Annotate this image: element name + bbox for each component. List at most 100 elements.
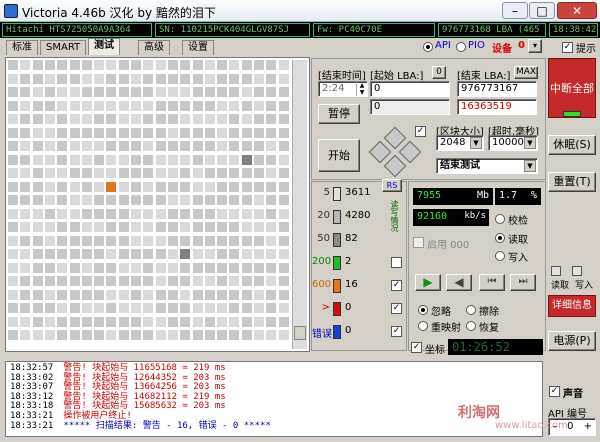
latency-count: 16 — [345, 279, 358, 290]
time-spinner[interactable]: ▲ ▼ — [356, 82, 367, 96]
pio-radio[interactable] — [456, 42, 466, 52]
pause-button[interactable]: 暂停 — [318, 104, 360, 124]
block-cell — [44, 262, 55, 273]
block-size-select[interactable]: 2048 ▼ — [436, 135, 484, 151]
block-cell — [8, 114, 18, 124]
api-radio[interactable] — [423, 42, 433, 52]
latency-checkbox[interactable]: ✓ — [391, 280, 402, 291]
event-log[interactable]: 18:32:57 警告! 块起始与 11655168 = 219 ms 18:33:… — [5, 361, 543, 437]
block-cell — [180, 168, 191, 178]
tab-advanced[interactable]: 高级 — [138, 40, 170, 55]
skip-end-icon[interactable]: ⏭ — [510, 274, 536, 291]
block-cell — [155, 87, 166, 97]
end-lba-input[interactable]: 976773167 — [457, 81, 537, 97]
write-radio[interactable] — [495, 251, 505, 261]
block-cell — [69, 330, 80, 340]
restore-radio[interactable] — [466, 321, 476, 331]
scroll-thumb[interactable] — [294, 326, 306, 340]
plus-icon[interactable]: + — [584, 419, 592, 435]
ignore-label: 忽略 — [431, 307, 451, 318]
reset-button[interactable]: 重置(T) — [548, 172, 596, 192]
block-cell — [106, 100, 117, 111]
block-cell — [254, 303, 264, 313]
block-cell — [44, 127, 55, 138]
block-cell — [69, 181, 80, 192]
block-cell — [20, 235, 31, 246]
remap-radio[interactable] — [418, 321, 428, 331]
block-cell — [241, 330, 252, 340]
block-cell — [57, 330, 68, 340]
tab-settings[interactable]: 设置 — [182, 40, 214, 55]
block-cell — [266, 235, 277, 246]
enable-label: 启用 000 — [427, 240, 470, 251]
power-button[interactable]: 电源(P) — [548, 331, 596, 351]
start-button[interactable]: 开始 — [318, 139, 360, 172]
tab-standard[interactable]: 标准 — [6, 40, 38, 55]
write-led — [572, 266, 582, 276]
block-cell — [44, 100, 55, 111]
block-cell — [143, 60, 154, 70]
block-cell — [32, 235, 43, 246]
tab-smart[interactable]: SMART — [40, 40, 87, 55]
block-cell — [204, 100, 215, 111]
tab-test[interactable]: 测试 — [88, 38, 120, 55]
block-cell — [131, 87, 141, 97]
block-cell — [131, 114, 141, 124]
direction-pad[interactable] — [368, 126, 422, 178]
block-cell — [155, 141, 166, 151]
device-menu-button[interactable]: ▾ — [528, 39, 542, 53]
block-cell — [229, 127, 240, 138]
latency-checkbox[interactable] — [391, 257, 402, 268]
coords-checkbox[interactable]: ✓ — [411, 342, 422, 353]
block-cell — [180, 154, 191, 165]
verify-radio[interactable] — [495, 214, 505, 224]
current-lba-display: 0 — [370, 99, 450, 115]
sound-checkbox[interactable]: ✓ — [549, 386, 560, 397]
sleep-button[interactable]: 休眠(S) — [548, 135, 596, 155]
enable-checkbox[interactable] — [413, 237, 424, 248]
block-cell — [44, 303, 55, 313]
block-cell — [204, 195, 215, 205]
timeout-select[interactable]: 10000 ▼ — [488, 135, 538, 151]
block-cell — [229, 316, 240, 327]
end-action-select[interactable]: 结束测试 ▼ — [436, 158, 538, 174]
end-lba-max-button[interactable]: MAX — [514, 66, 538, 79]
latency-checkbox[interactable]: ✓ — [391, 303, 402, 314]
pad-checkbox[interactable]: ✓ — [415, 126, 426, 137]
block-cell — [8, 181, 18, 192]
latency-checkbox[interactable]: ✓ — [391, 326, 402, 337]
block-cell — [32, 316, 43, 327]
skip-back-icon[interactable]: ⏮ — [479, 274, 505, 291]
start-lba-zero-button[interactable]: 0 — [432, 66, 446, 79]
details-button[interactable]: 详细信息 — [548, 295, 596, 317]
block-cell — [20, 87, 31, 97]
start-lba-input[interactable]: 0 — [370, 81, 450, 97]
block-cell — [254, 60, 264, 70]
play-icon[interactable]: ▶ — [415, 274, 441, 291]
minimize-button[interactable]: – — [502, 2, 528, 19]
block-cell — [118, 249, 129, 259]
erase-radio[interactable] — [466, 305, 476, 315]
ignore-radio[interactable] — [418, 305, 428, 315]
block-cell — [192, 208, 203, 219]
arrow-down-icon[interactable] — [383, 154, 407, 178]
abort-all-button[interactable]: 中断全部 — [548, 58, 596, 118]
block-cell — [192, 100, 203, 111]
block-cell — [57, 141, 68, 151]
read-radio[interactable] — [495, 233, 505, 243]
rs-button[interactable]: RS — [382, 179, 402, 192]
block-cell — [180, 100, 191, 111]
maximize-button[interactable]: □ — [529, 2, 555, 19]
close-button[interactable]: ✕ — [557, 2, 597, 19]
block-cell — [155, 114, 166, 124]
rewind-icon[interactable]: ◀ — [446, 274, 472, 291]
block-map-scrollbar[interactable] — [292, 60, 307, 349]
arrow-right-icon[interactable] — [398, 140, 422, 164]
block-cell — [131, 168, 141, 178]
hint-checkbox[interactable]: ✓ — [562, 42, 573, 53]
block-cell — [131, 303, 141, 313]
block-cell — [57, 222, 68, 232]
block-cell — [106, 249, 117, 259]
block-cell — [204, 249, 215, 259]
block-cell — [118, 181, 129, 192]
